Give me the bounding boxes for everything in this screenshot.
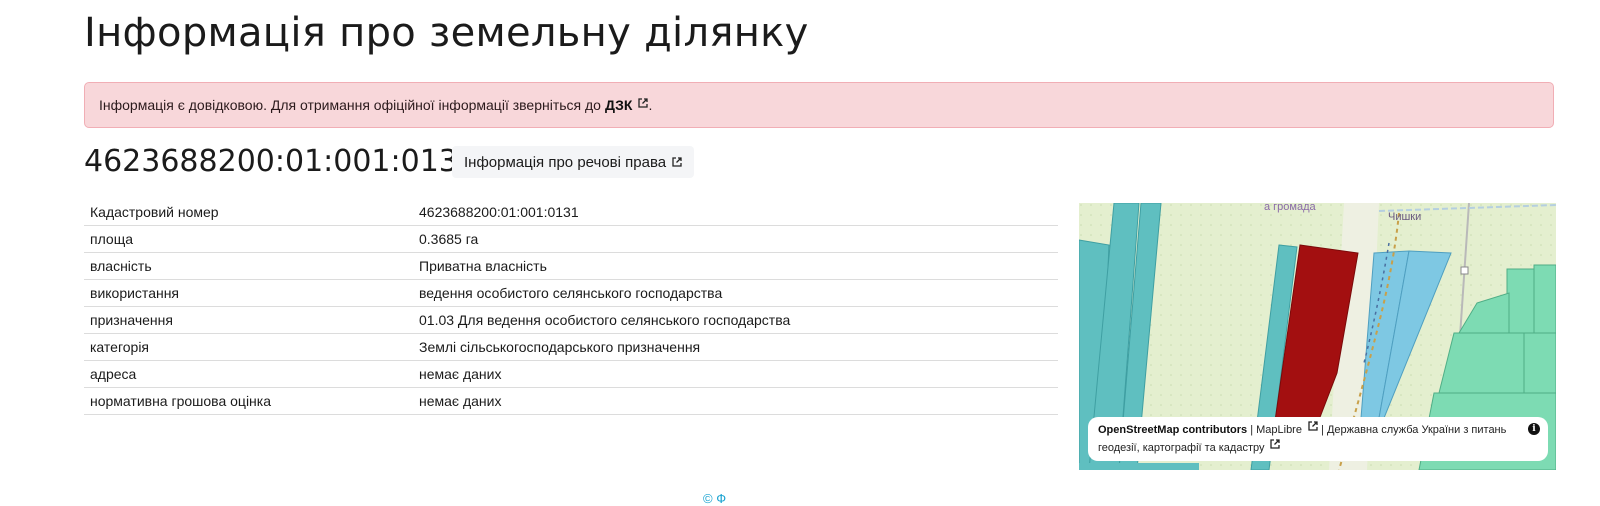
row-value: немає даних [413,360,1058,388]
row-key: категорія [84,333,413,361]
parcel-green [1523,332,1556,394]
info-icon[interactable]: i [1528,423,1540,435]
table-row: використання ведення особистого селянсько… [84,279,1058,307]
parcel-teal [1079,463,1199,470]
row-key: власність [84,252,413,280]
map-label-hromada: а громада [1264,203,1317,213]
map-attribution: OpenStreetMap contributors | MapLibre | … [1088,417,1548,461]
attribution-separator: | [1321,424,1324,436]
external-link-icon [1270,439,1281,449]
parcel-green [1533,264,1556,334]
dzk-link-label: ДЗК [604,97,633,113]
maplibre-link[interactable]: MapLibre [1256,424,1302,436]
rights-info-label: Інформація про речові права [464,153,667,171]
rights-info-button[interactable]: Інформація про речові права [452,146,695,178]
row-key: використання [84,279,413,307]
row-key: нормативна грошова оцінка [84,387,413,415]
parcel-green [1438,332,1525,394]
table-row: призначення 01.03 Для ведення особистого … [84,306,1058,334]
row-value: 0.3685 га [413,225,1058,253]
row-value: немає даних [413,387,1058,415]
external-link-icon [638,98,649,108]
row-key: призначення [84,306,413,334]
row-key: адреса [84,360,413,388]
table-row: площа 0.3685 га [84,225,1058,253]
dzk-link[interactable]: ДЗК [604,97,649,113]
table-row: нормативна грошова оцінка немає даних [84,387,1058,415]
info-alert: Інформація є довідковою. Для отримання о… [84,82,1554,128]
parcel-info-table: Кадастровий номер 4623688200:01:001:0131 … [84,199,1058,415]
attribution-separator: | [1250,424,1254,436]
alert-text: Інформація є довідковою. Для отримання о… [99,97,601,113]
table-row: адреса немає даних [84,360,1058,388]
cadastral-number-heading: 4623688200:01:001:0131 [84,144,477,179]
row-key: Кадастровий номер [84,199,413,226]
row-value: 4623688200:01:001:0131 [413,199,1058,226]
map-label-village: Чишки [1388,211,1421,223]
parcel-green [1506,268,1535,334]
page-title: Інформація про земельну ділянку [84,10,809,56]
row-key: площа [84,225,413,253]
row-value: 01.03 Для ведення особистого селянського… [413,306,1058,334]
osm-attribution[interactable]: OpenStreetMap contributors [1098,424,1247,436]
footer-mark: © Ф [703,491,727,506]
table-row: Кадастровий номер 4623688200:01:001:0131 [84,199,1058,226]
alert-tail: . [648,97,653,113]
row-value: Приватна власність [413,252,1058,280]
table-row: категорія Землі сільськогосподарського пр… [84,333,1058,361]
row-value: Землі сільськогосподарського призначення [413,333,1058,361]
external-link-icon [1308,421,1318,431]
map-marker-icon [1460,266,1469,275]
row-value: ведення особистого селянського господарс… [413,279,1058,307]
external-link-icon [672,157,682,167]
table-row: власність Приватна власність [84,252,1058,280]
